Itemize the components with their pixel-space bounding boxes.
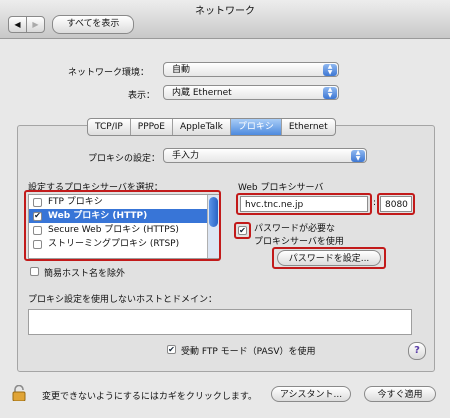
popup-arrows-icon: ▲ ▼ xyxy=(323,87,337,99)
bypass-label: プロキシ設定を使用しないホストとドメイン： xyxy=(28,295,218,305)
show-label: 表示： xyxy=(128,91,156,101)
tab-bar: TCP/IP PPPoE AppleTalk プロキシ Ethernet xyxy=(87,118,336,136)
highlight-password-button xyxy=(272,247,386,269)
pasv-checkbox[interactable]: ✔ xyxy=(167,345,176,354)
proxy-config-label: プロキシの設定： xyxy=(88,154,161,164)
lock-icon[interactable] xyxy=(12,385,26,401)
lock-message: 変更できないようにするにはカギをクリックします。 xyxy=(42,392,258,402)
tab-proxies[interactable]: プロキシ xyxy=(229,119,281,135)
port-separator: : xyxy=(373,198,377,208)
tab-pppoe[interactable]: PPPoE xyxy=(129,119,172,135)
network-preferences-window: ネットワーク ◀ ▶ すべてを表示 ネットワーク環境： 自動 ▲ ▼ 表示： 内蔵… xyxy=(0,0,450,418)
help-button[interactable]: ? xyxy=(408,342,426,360)
location-value: 自動 xyxy=(172,65,191,75)
apply-now-button[interactable]: 今すぐ適用 xyxy=(364,386,436,402)
password-label-line1: パスワードが必要な xyxy=(254,224,336,234)
highlight-proxy-list xyxy=(24,190,221,261)
highlight-port xyxy=(377,193,415,215)
show-value: 内蔵 Ethernet xyxy=(172,88,232,98)
proxy-config-value: 手入力 xyxy=(172,151,200,161)
title-bar: ネットワーク ◀ ▶ すべてを表示 xyxy=(0,0,450,39)
tab-tcpip[interactable]: TCP/IP xyxy=(88,119,130,135)
exclude-simple-hosts-checkbox[interactable] xyxy=(30,267,39,276)
web-proxy-label: Web プロキシサーバ xyxy=(238,183,324,193)
tab-appletalk[interactable]: AppleTalk xyxy=(171,119,230,135)
location-popup[interactable]: 自動 ▲ ▼ xyxy=(163,62,339,77)
popup-arrows-icon: ▲ ▼ xyxy=(323,64,337,76)
location-label: ネットワーク環境： xyxy=(68,68,150,78)
forward-button[interactable]: ▶ xyxy=(26,17,44,32)
pasv-label: 受動 FTP モード（PASV）を使用 xyxy=(181,347,316,357)
popup-arrows-icon: ▲ ▼ xyxy=(351,150,365,162)
show-all-button[interactable]: すべてを表示 xyxy=(52,15,134,34)
password-label-line2: プロキシサーバを使用 xyxy=(254,237,344,247)
highlight-server xyxy=(236,193,372,215)
show-popup[interactable]: 内蔵 Ethernet ▲ ▼ xyxy=(163,85,339,100)
nav-buttons: ◀ ▶ xyxy=(8,16,45,33)
bypass-hosts-field[interactable] xyxy=(28,309,412,335)
assistant-button[interactable]: アシスタント... xyxy=(271,386,351,402)
tab-ethernet[interactable]: Ethernet xyxy=(280,119,335,135)
back-button[interactable]: ◀ xyxy=(9,17,26,32)
exclude-simple-hosts-label: 簡易ホスト名を除外 xyxy=(44,269,126,279)
highlight-password-checkbox xyxy=(234,222,251,239)
proxy-config-popup[interactable]: 手入力 ▲ ▼ xyxy=(163,148,367,163)
